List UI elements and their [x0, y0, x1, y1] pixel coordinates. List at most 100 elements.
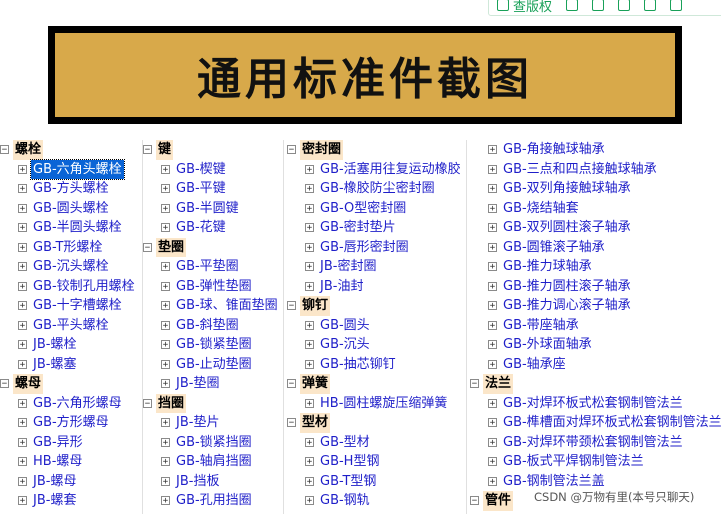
tree-item[interactable]: + GB-楔键 — [143, 160, 280, 180]
tree-item[interactable]: + GB-铰制孔用螺栓 — [0, 277, 137, 297]
tree-item[interactable]: + GB-圆锥滚子轴承 — [470, 238, 721, 258]
expand-icon[interactable]: + — [18, 418, 27, 428]
expand-icon[interactable]: + — [305, 457, 314, 467]
collapse-icon[interactable]: − — [287, 379, 296, 389]
tree-item[interactable]: + GB-对焊环板式松套钢制管法兰 — [470, 394, 721, 414]
expand-icon[interactable]: + — [305, 437, 314, 447]
expand-icon[interactable]: + — [488, 301, 497, 311]
tree-item[interactable]: + JB-垫圈 — [143, 374, 280, 394]
expand-icon[interactable]: + — [18, 242, 27, 252]
tree-item[interactable]: + JB-螺母 — [0, 472, 137, 492]
tree-category[interactable]: − 键 — [143, 140, 280, 160]
expand-icon[interactable]: + — [161, 262, 170, 272]
tree-category[interactable]: − 垫圈 — [143, 237, 280, 257]
expand-icon[interactable]: + — [161, 320, 170, 330]
expand-icon[interactable]: + — [18, 340, 27, 350]
tree-item[interactable]: + JB-密封圈 — [287, 257, 463, 277]
expand-icon[interactable]: + — [18, 398, 27, 408]
tree-item[interactable]: + GB-锁紧垫圈 — [143, 335, 280, 355]
crop-button[interactable] — [592, 0, 605, 11]
tree-item[interactable]: + GB-三点和四点接触球轴承 — [470, 160, 721, 180]
tree-item[interactable]: + GB-花键 — [143, 218, 280, 238]
expand-icon[interactable]: + — [161, 418, 170, 428]
tree-item[interactable]: + JB-螺塞 — [0, 355, 137, 375]
collapse-icon[interactable]: − — [287, 418, 296, 428]
tree-item[interactable]: + GB-抽芯铆钉 — [287, 355, 463, 375]
tree-item[interactable]: + GB-密封垫片 — [287, 218, 463, 238]
expand-icon[interactable]: + — [161, 340, 170, 350]
tree-item[interactable]: + GB-型材 — [287, 433, 463, 453]
expand-icon[interactable]: + — [161, 496, 170, 506]
expand-icon[interactable]: + — [18, 281, 27, 291]
expand-icon[interactable]: + — [305, 496, 314, 506]
tree-item[interactable]: + GB-对焊环带颈松套钢制管法兰 — [470, 433, 721, 453]
expand-icon[interactable]: + — [305, 242, 314, 252]
tree-item[interactable]: + GB-唇形密封圈 — [287, 238, 463, 258]
expand-icon[interactable]: + — [18, 262, 27, 272]
expand-icon[interactable]: + — [305, 203, 314, 213]
expand-icon[interactable]: + — [305, 262, 314, 272]
expand-icon[interactable]: + — [305, 320, 314, 330]
tree-item[interactable]: + GB-推力调心滚子轴承 — [470, 296, 721, 316]
tree-category[interactable]: − 螺栓 — [0, 140, 137, 160]
tree-item[interactable]: + GB-钢轨 — [287, 491, 463, 511]
copy-button[interactable] — [566, 0, 579, 11]
expand-icon[interactable]: + — [305, 223, 314, 233]
tree-item[interactable]: + GB-角接触球轴承 — [470, 140, 721, 160]
expand-icon[interactable]: + — [488, 418, 497, 428]
tree-item[interactable]: + JB-螺栓 — [0, 335, 137, 355]
expand-icon[interactable]: + — [488, 359, 497, 369]
collapse-icon[interactable]: − — [470, 496, 479, 506]
tree-item[interactable]: + GB-外球面轴承 — [470, 335, 721, 355]
tree-item[interactable]: + GB-球、锥面垫圈 — [143, 296, 280, 316]
tree-category[interactable]: − 法兰 — [470, 374, 721, 394]
tree-item[interactable]: + GB-六角形螺母 — [0, 394, 137, 414]
save-button[interactable] — [618, 0, 631, 11]
tree-category[interactable]: − 密封圈 — [287, 140, 463, 160]
tree-item[interactable]: + GB-异形 — [0, 433, 137, 453]
tree-item[interactable]: + GB-六角头螺栓 — [0, 158, 137, 180]
tree-category[interactable]: − 挡圈 — [143, 393, 280, 413]
tree-item[interactable]: + GB-方头螺栓 — [0, 179, 137, 199]
expand-icon[interactable]: + — [488, 281, 497, 291]
expand-icon[interactable]: + — [161, 281, 170, 291]
tree-item[interactable]: + HB-螺母 — [0, 452, 137, 472]
tree-category[interactable]: − 螺母 — [0, 374, 137, 394]
tree-item[interactable]: + GB-锁紧挡圈 — [143, 433, 280, 453]
tree-item[interactable]: + JB-油封 — [287, 277, 463, 297]
tree-item[interactable]: + GB-橡胶防尘密封圈 — [287, 179, 463, 199]
tree-item[interactable]: + GB-止动垫圈 — [143, 355, 280, 375]
expand-icon[interactable]: + — [488, 340, 497, 350]
expand-icon[interactable]: + — [18, 301, 27, 311]
tree-item[interactable]: + GB-活塞用往复运动橡胶 — [287, 160, 463, 180]
expand-icon[interactable]: + — [161, 164, 170, 174]
tree-item[interactable]: + GB-板式平焊钢制管法兰 — [470, 452, 721, 472]
expand-icon[interactable]: + — [161, 476, 170, 486]
expand-icon[interactable]: + — [18, 437, 27, 447]
tree-item[interactable]: + GB-弹性垫圈 — [143, 277, 280, 297]
tree-item[interactable]: + HB-圆柱螺旋压缩弹簧 — [287, 394, 463, 414]
collapse-icon[interactable]: − — [0, 145, 9, 155]
expand-icon[interactable]: + — [488, 203, 497, 213]
expand-icon[interactable]: + — [488, 242, 497, 252]
expand-icon[interactable]: + — [161, 184, 170, 194]
tree-item[interactable]: + GB-O型密封圈 — [287, 199, 463, 219]
expand-icon[interactable]: + — [488, 457, 497, 467]
expand-icon[interactable]: + — [161, 301, 170, 311]
tree-category[interactable]: − 型材 — [287, 413, 463, 433]
tree-item[interactable]: + GB-轴肩挡圈 — [143, 452, 280, 472]
tree-item[interactable]: + GB-推力圆柱滚子轴承 — [470, 277, 721, 297]
tree-item[interactable]: + GB-平垫圈 — [143, 257, 280, 277]
expand-icon[interactable]: + — [305, 281, 314, 291]
tree-item[interactable]: + GB-平头螺栓 — [0, 316, 137, 336]
expand-icon[interactable]: + — [161, 457, 170, 467]
expand-icon[interactable]: + — [305, 398, 314, 408]
expand-icon[interactable]: + — [488, 223, 497, 233]
tree-item[interactable]: + GB-平键 — [143, 179, 280, 199]
expand-icon[interactable]: + — [161, 223, 170, 233]
tree-item[interactable]: + JB-螺套 — [0, 491, 137, 511]
tree-item[interactable]: + GB-推力球轴承 — [470, 257, 721, 277]
expand-icon[interactable]: + — [18, 476, 27, 486]
expand-icon[interactable]: + — [161, 359, 170, 369]
collapse-icon[interactable]: − — [287, 301, 296, 311]
